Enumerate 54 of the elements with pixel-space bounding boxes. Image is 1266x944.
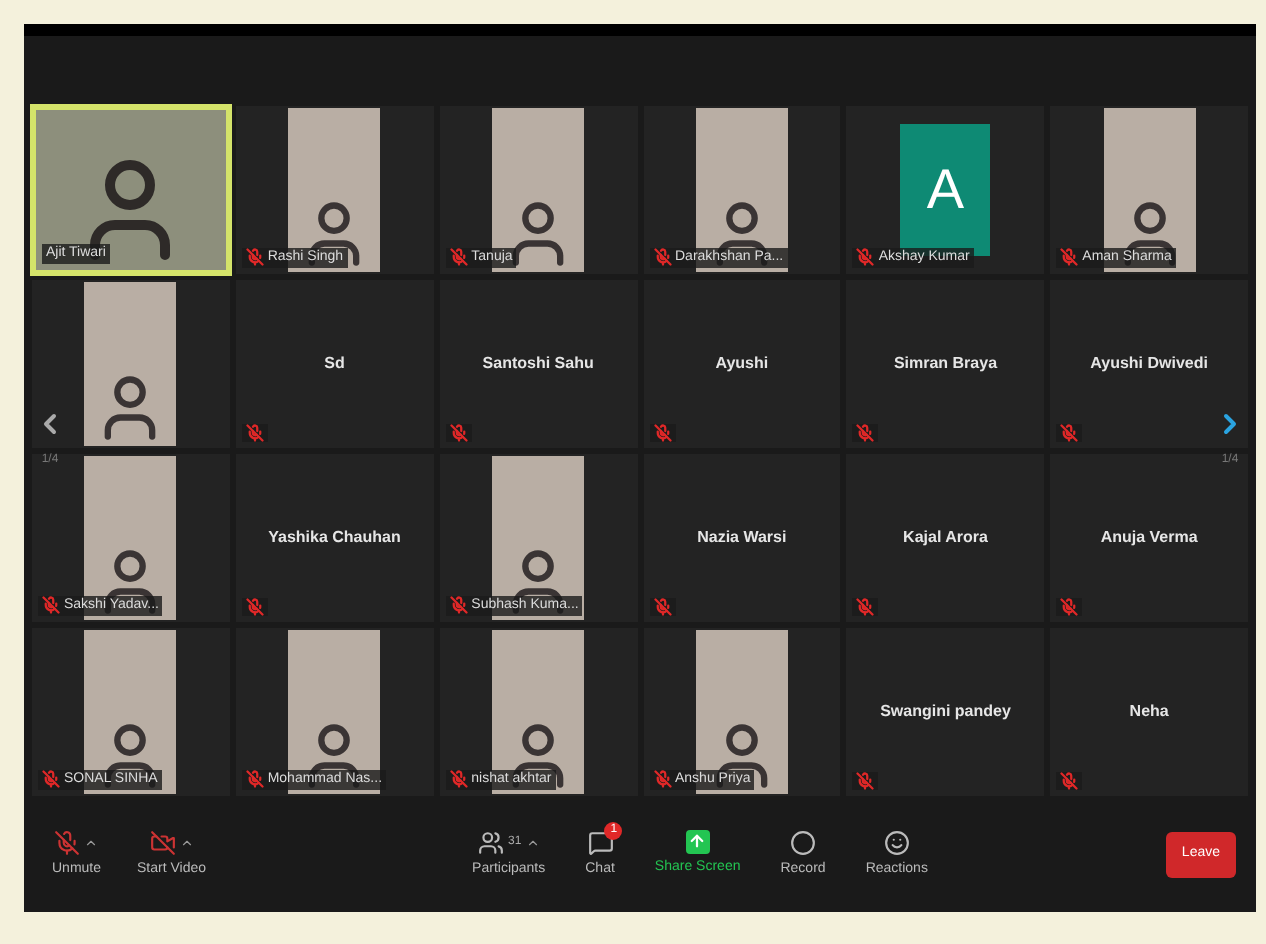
participant-name: Swangini pandey — [880, 700, 1011, 724]
muted-mic-icon — [856, 598, 875, 616]
participant-tile[interactable]: Ayushi — [641, 278, 843, 450]
muted-mic-icon — [245, 598, 264, 616]
participant-tile[interactable]: Nazia Warsi — [641, 452, 843, 624]
participant-tile[interactable]: Yashika Chauhan — [233, 452, 436, 624]
muted-mic-icon — [856, 424, 875, 442]
muted-mic-icon — [653, 248, 671, 267]
muted-mic-icon — [449, 596, 468, 615]
participant-tile[interactable]: Swangini pandey — [844, 626, 1047, 798]
participant-name: Yashika Chauhan — [268, 526, 401, 550]
participant-tile[interactable]: Sd — [233, 278, 436, 450]
caret-icon — [179, 835, 194, 850]
muted-mic-icon — [449, 424, 468, 442]
muted-mic-icon — [42, 770, 60, 789]
smiley-icon — [883, 829, 910, 856]
muted-mic-icon — [1060, 248, 1079, 267]
people-icon — [477, 829, 504, 856]
participant-name: Santoshi Sahu — [482, 352, 594, 376]
muted-mic-icon — [54, 829, 81, 856]
participant-name: Neha — [1129, 700, 1169, 724]
muted-mic-icon — [449, 770, 468, 789]
caret-icon — [84, 835, 99, 850]
participant-tile[interactable]: Ayushi Dwivedi — [1048, 278, 1250, 450]
participant-name: Ayushi Dwivedi — [1090, 352, 1208, 376]
muted-mic-icon — [653, 598, 671, 616]
muted-mic-icon — [42, 596, 60, 615]
participant-name: Kajal Arora — [903, 526, 988, 550]
muted-mic-icon — [1060, 424, 1079, 442]
video-off-icon — [149, 829, 176, 856]
participant-tile[interactable] — [30, 278, 232, 450]
participant-tile[interactable]: Kajal Arora — [844, 452, 1047, 624]
participant-tile[interactable]: Simran Braya — [844, 278, 1047, 450]
muted-mic-icon — [1060, 598, 1079, 616]
participant-name: Nazia Warsi — [697, 526, 787, 550]
share-screen-icon — [685, 829, 710, 854]
participant-name: Anuja Verma — [1100, 526, 1198, 550]
participant-name: Simran Braya — [893, 352, 998, 376]
participant-name: Ayushi — [715, 352, 769, 376]
muted-mic-icon — [856, 248, 875, 267]
participant-tile[interactable]: Santoshi Sahu — [437, 278, 639, 450]
muted-mic-icon — [1060, 772, 1079, 790]
record-icon — [790, 829, 817, 856]
muted-mic-icon — [245, 248, 264, 267]
muted-mic-icon — [449, 248, 468, 267]
participant-name: Sd — [324, 352, 345, 376]
muted-mic-icon — [245, 424, 264, 442]
muted-mic-icon — [856, 772, 875, 790]
caret-icon — [525, 835, 540, 850]
muted-mic-icon — [653, 424, 671, 442]
chat-bubble-icon — [587, 829, 614, 856]
muted-mic-icon — [653, 770, 671, 789]
muted-mic-icon — [245, 770, 264, 789]
participant-tile[interactable]: Neha — [1048, 626, 1250, 798]
